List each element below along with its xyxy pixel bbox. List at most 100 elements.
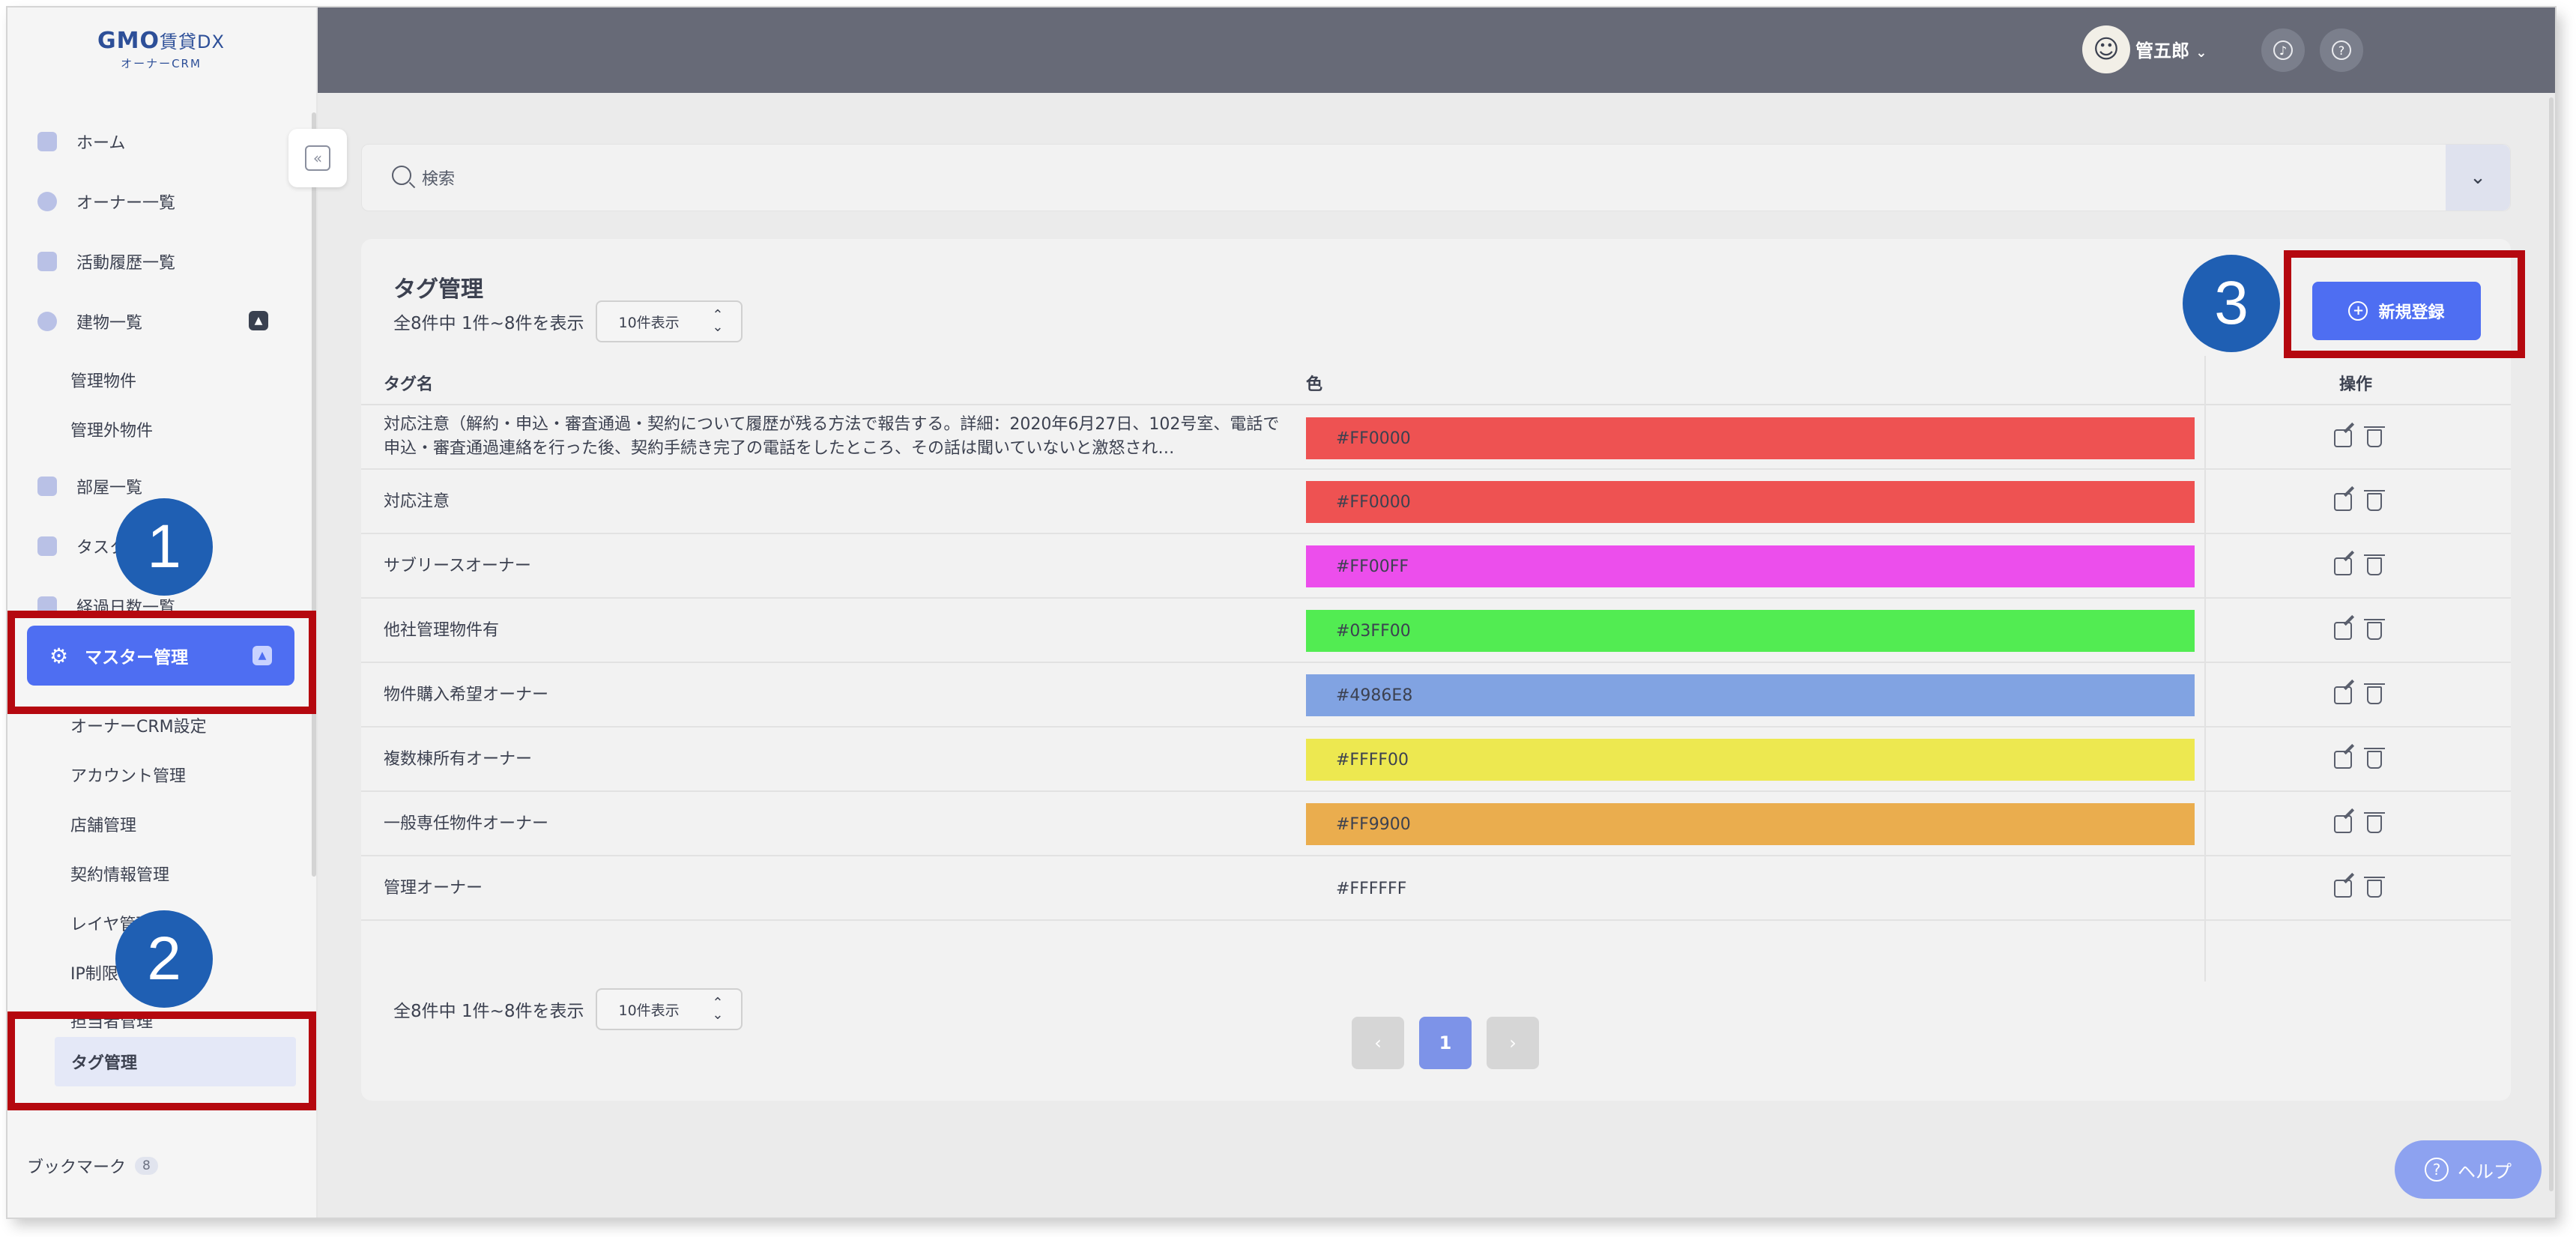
- sidebar-item-rooms[interactable]: 部屋一覧: [37, 466, 142, 506]
- avatar[interactable]: ☺: [2082, 25, 2130, 73]
- edit-icon[interactable]: [2334, 557, 2352, 575]
- trash-icon[interactable]: [2364, 683, 2385, 704]
- edit-icon[interactable]: [2334, 815, 2352, 833]
- updown-icon: ⌃ ⌄: [712, 995, 724, 1023]
- door-icon: [37, 477, 57, 496]
- color-swatch: #FFFF00: [1306, 739, 2195, 781]
- sidebar-subitem-ip-restriction[interactable]: IP制限: [70, 956, 118, 989]
- per-page-select[interactable]: 10件表示 ⌃ ⌄: [596, 300, 743, 342]
- logo-main: GMO: [97, 28, 160, 54]
- row-actions: [2334, 619, 2385, 640]
- grid-icon: [37, 132, 57, 151]
- username-label: 管五郎: [2135, 40, 2189, 61]
- tag-name-cell: 管理オーナー: [384, 879, 483, 898]
- double-chevron-left-icon: «: [305, 145, 330, 171]
- edit-icon[interactable]: [2334, 686, 2352, 704]
- sidebar-subitem-accounts[interactable]: アカウント管理: [70, 758, 186, 791]
- row-actions: [2334, 877, 2385, 898]
- column-header-tag-name: タグ名: [384, 375, 434, 394]
- bookmark-link[interactable]: ブックマーク 8: [27, 1154, 158, 1178]
- sidebar-item-label: 部屋一覧: [76, 479, 143, 497]
- table-header: タグ名 色 操作: [361, 356, 2511, 405]
- color-swatch: #FF9900: [1306, 803, 2195, 845]
- top-bar: ♪ ?: [318, 7, 2555, 93]
- step-marker-1: 1: [115, 498, 213, 596]
- trash-icon[interactable]: [2364, 554, 2385, 575]
- notification-button[interactable]: ♪: [2261, 28, 2305, 72]
- result-count-top: 全8件中 1件~8件を表示 10件表示 ⌃ ⌄: [393, 300, 743, 342]
- collapse-sidebar-button[interactable]: «: [288, 129, 347, 187]
- table-row: 一般専任物件オーナー #FF9900: [361, 792, 2511, 856]
- row-actions: [2334, 683, 2385, 704]
- sidebar-item-tasks[interactable]: タスク: [37, 526, 126, 566]
- tag-name-cell: 一般専任物件オーナー: [384, 814, 549, 833]
- document-icon: [37, 252, 57, 271]
- next-page-button[interactable]: ›: [1487, 1017, 1539, 1069]
- table-row: 管理オーナー #FFFFFF: [361, 856, 2511, 921]
- user-menu[interactable]: 管五郎 ⌄: [2135, 36, 2207, 62]
- tag-list-card: タグ管理 全8件中 1件~8件を表示 10件表示 ⌃ ⌄ + 新規登録 タグ名 色…: [361, 239, 2511, 1101]
- sidebar-scrollbar[interactable]: [312, 112, 316, 877]
- page-title: タグ管理: [393, 276, 483, 303]
- trash-icon[interactable]: [2364, 426, 2385, 447]
- user-icon: [37, 192, 57, 211]
- building-icon: [37, 312, 57, 331]
- bookmark-count-badge: 8: [135, 1157, 158, 1175]
- sidebar-subitem-unmanaged[interactable]: 管理外物件: [70, 413, 153, 446]
- edit-icon[interactable]: [2334, 493, 2352, 511]
- per-page-value: 10件表示: [618, 1002, 680, 1019]
- color-swatch: #FF00FF: [1306, 545, 2195, 587]
- trash-icon[interactable]: [2364, 812, 2385, 833]
- highlight-box-new: [2284, 250, 2525, 358]
- sidebar-subitem-managed[interactable]: 管理物件: [70, 363, 136, 396]
- chevron-up-icon[interactable]: ▲: [249, 311, 268, 330]
- task-icon: [37, 536, 57, 556]
- table-row: 複数棟所有オーナー #FFFF00: [361, 728, 2511, 792]
- tag-name-cell: 複数棟所有オーナー: [384, 750, 533, 769]
- search-expand-button[interactable]: ⌄: [2446, 145, 2510, 211]
- chevron-down-icon: ⌄: [2195, 45, 2207, 61]
- trash-icon[interactable]: [2364, 619, 2385, 640]
- trash-icon[interactable]: [2364, 877, 2385, 898]
- prev-page-button[interactable]: ‹: [1352, 1017, 1404, 1069]
- sidebar-subitem-contracts[interactable]: 契約情報管理: [70, 857, 169, 890]
- help-button[interactable]: ? ヘルプ: [2395, 1140, 2542, 1199]
- pagination: ‹ 1 ›: [1352, 1017, 1539, 1069]
- trash-icon[interactable]: [2364, 748, 2385, 769]
- bell-icon: ♪: [2273, 40, 2293, 60]
- table-row: 対応注意（解約・申込・審査通過・契約について履歴が残る方法で報告する。詳細：20…: [361, 407, 2511, 470]
- sidebar-item-owners[interactable]: オーナー一覧: [37, 181, 175, 222]
- brand-logo[interactable]: GMO賃貸DX オーナーCRM: [52, 27, 270, 79]
- edit-icon[interactable]: [2334, 880, 2352, 898]
- edit-icon[interactable]: [2334, 751, 2352, 769]
- trash-icon[interactable]: [2364, 490, 2385, 511]
- help-label: ヘルプ: [2458, 1161, 2512, 1182]
- search-bar[interactable]: 検索 ⌄: [361, 144, 2511, 211]
- question-icon: ?: [2425, 1158, 2449, 1182]
- tag-name-cell: 対応注意: [384, 492, 450, 511]
- sidebar-item-buildings[interactable]: 建物一覧: [37, 301, 142, 342]
- color-swatch: #4986E8: [1306, 674, 2195, 716]
- sidebar-subitem-stores[interactable]: 店舗管理: [70, 808, 136, 841]
- edit-icon[interactable]: [2334, 429, 2352, 447]
- help-circle-button[interactable]: ?: [2320, 28, 2363, 72]
- page-scrollbar[interactable]: [2549, 97, 2554, 1191]
- search-input[interactable]: 検索: [422, 166, 455, 190]
- color-swatch: #FFFFFF: [1336, 879, 1407, 898]
- sidebar-item-activity[interactable]: 活動履歴一覧: [37, 241, 175, 282]
- edit-icon[interactable]: [2334, 622, 2352, 640]
- row-actions: [2334, 426, 2385, 447]
- sidebar-item-home[interactable]: ホーム: [37, 121, 125, 162]
- chevron-down-icon: ⌄: [2470, 166, 2486, 189]
- tag-name-cell: 他社管理物件有: [384, 621, 500, 640]
- app-window: GMO賃貸DX オーナーCRM ホーム オーナー一覧 活動履歴一覧 建物一覧 ▲…: [7, 7, 2555, 1218]
- result-count-text: 全8件中 1件~8件を表示: [393, 314, 584, 333]
- per-page-select[interactable]: 10件表示 ⌃ ⌄: [596, 988, 743, 1030]
- column-header-color: 色: [1306, 375, 1323, 394]
- row-actions: [2334, 748, 2385, 769]
- per-page-value: 10件表示: [618, 314, 680, 331]
- page-button[interactable]: 1: [1419, 1017, 1472, 1069]
- tag-name-cell: 物件購入希望オーナー: [384, 686, 549, 704]
- color-swatch: #FF0000: [1306, 481, 2195, 523]
- step-marker-2: 2: [115, 910, 213, 1008]
